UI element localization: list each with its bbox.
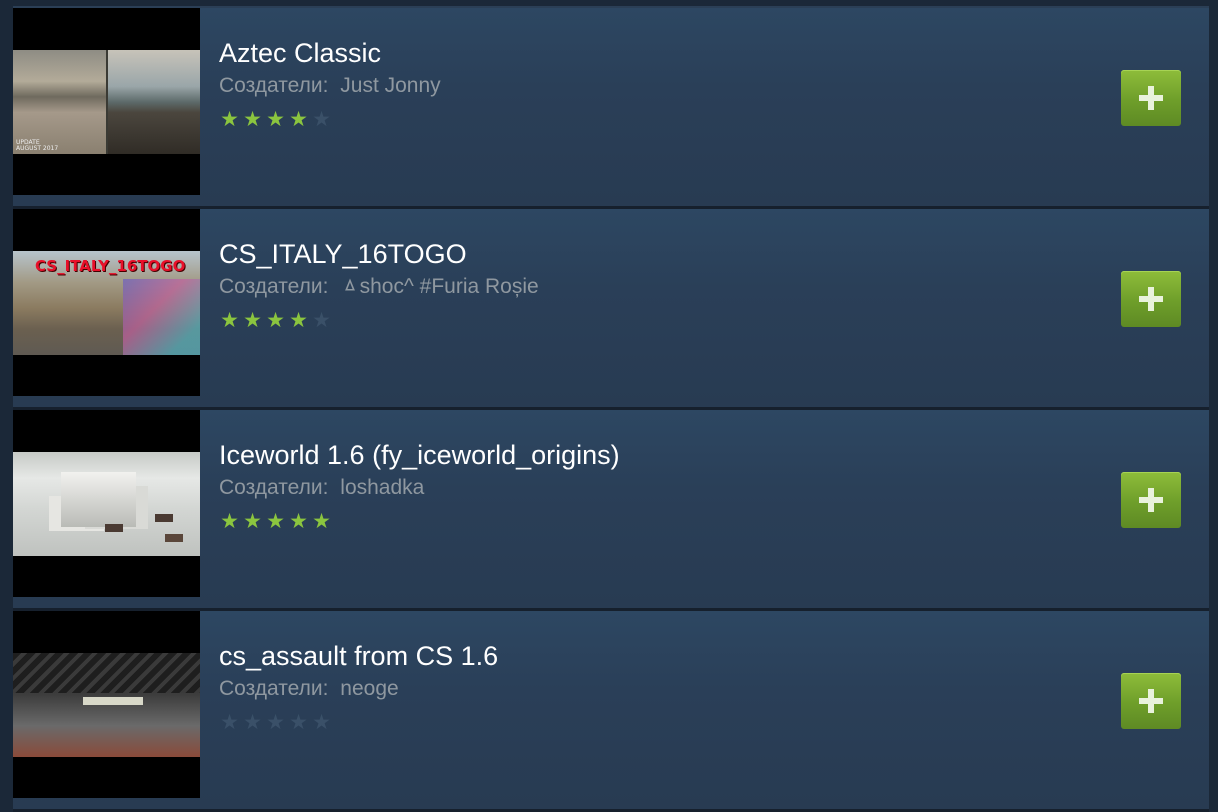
- star-icon: ★: [220, 308, 239, 332]
- add-button[interactable]: [1121, 271, 1181, 327]
- rating-stars: ★ ★ ★ ★ ★: [219, 511, 332, 535]
- creators-names[interactable]: neoge: [340, 677, 398, 700]
- creators-label: Создатели:: [219, 275, 329, 298]
- star-icon: ★: [266, 509, 285, 533]
- item-thumbnail[interactable]: [13, 410, 200, 597]
- add-button[interactable]: [1121, 472, 1181, 528]
- creators-names[interactable]: Just Jonny: [340, 74, 440, 97]
- star-icon: ★: [220, 710, 239, 734]
- plus-icon: [1139, 287, 1163, 311]
- star-icon: ★: [289, 710, 308, 734]
- star-icon: ★: [266, 107, 285, 131]
- top-edge: [0, 0, 1218, 8]
- star-icon: ★: [289, 509, 308, 533]
- thumbnail-image-aztec: [13, 50, 200, 154]
- star-icon: ★: [312, 710, 331, 734]
- star-icon: ★: [220, 509, 239, 533]
- add-button[interactable]: [1121, 70, 1181, 126]
- thumbnail-image-iceworld: [13, 452, 200, 556]
- star-icon: ★: [289, 107, 308, 131]
- item-title[interactable]: Aztec Classic: [219, 37, 381, 69]
- star-icon: ★: [312, 107, 331, 131]
- rating-stars: ★ ★ ★ ★ ★: [219, 712, 332, 736]
- item-title[interactable]: Iceworld 1.6 (fy_iceworld_origins): [219, 439, 620, 471]
- plus-icon: [1139, 689, 1163, 713]
- star-icon: ★: [220, 107, 239, 131]
- workshop-item[interactable]: cs_assault from CS 1.6 Создатели: neoge …: [13, 611, 1209, 812]
- thumbnail-image-assault: [13, 653, 200, 757]
- item-thumbnail[interactable]: [13, 611, 200, 798]
- star-icon: ★: [312, 308, 331, 332]
- rating-stars: ★ ★ ★ ★ ★: [219, 310, 332, 334]
- workshop-items-list: Aztec Classic Создатели: Just Jonny ★★★★…: [13, 8, 1209, 812]
- creators-names[interactable]: ㅿshoc^ #Furia Roșie: [340, 275, 538, 298]
- creators-label: Создатели:: [219, 476, 329, 499]
- item-thumbnail[interactable]: [13, 209, 200, 396]
- item-creators: Создатели: ㅿshoc^ #Furia Roșie: [219, 275, 539, 299]
- plus-icon: [1139, 488, 1163, 512]
- workshop-item[interactable]: Iceworld 1.6 (fy_iceworld_origins) Созда…: [13, 410, 1209, 611]
- star-icon: ★: [243, 710, 262, 734]
- plus-icon: [1139, 86, 1163, 110]
- item-title[interactable]: CS_ITALY_16TOGO: [219, 238, 467, 270]
- star-icon: ★: [312, 509, 331, 533]
- star-icon: ★: [243, 107, 262, 131]
- item-creators: Создатели: loshadka: [219, 476, 424, 500]
- thumbnail-image-italy: [13, 251, 200, 355]
- item-creators: Создатели: neoge: [219, 677, 399, 701]
- item-thumbnail[interactable]: [13, 8, 200, 195]
- item-title[interactable]: cs_assault from CS 1.6: [219, 640, 498, 672]
- rating-stars: ★ ★ ★ ★ ★: [219, 109, 332, 133]
- creators-label: Создатели:: [219, 74, 329, 97]
- creators-label: Создатели:: [219, 677, 329, 700]
- star-icon: ★: [243, 308, 262, 332]
- star-icon: ★: [289, 308, 308, 332]
- add-button[interactable]: [1121, 673, 1181, 729]
- star-icon: ★: [243, 509, 262, 533]
- workshop-item[interactable]: Aztec Classic Создатели: Just Jonny ★★★★…: [13, 8, 1209, 209]
- workshop-item[interactable]: CS_ITALY_16TOGO Создатели: ㅿshoc^ #Furia…: [13, 209, 1209, 410]
- star-icon: ★: [266, 308, 285, 332]
- creators-names[interactable]: loshadka: [340, 476, 424, 499]
- star-icon: ★: [266, 710, 285, 734]
- item-creators: Создатели: Just Jonny: [219, 74, 441, 98]
